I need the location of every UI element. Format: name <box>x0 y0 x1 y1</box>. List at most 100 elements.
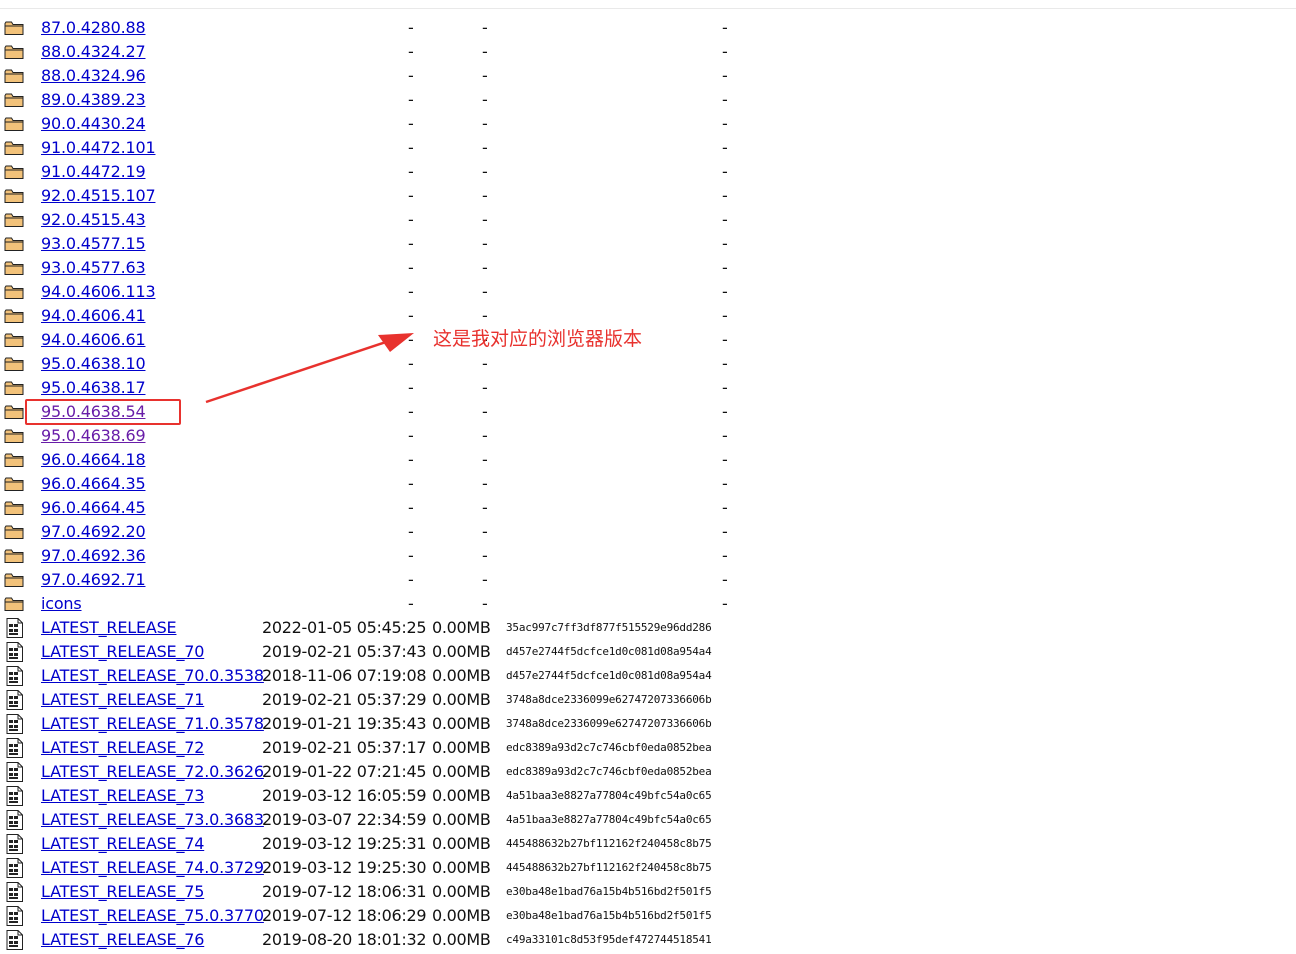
entry-link[interactable]: icons <box>41 592 82 616</box>
entry-date: - <box>408 18 414 37</box>
table-row: 88.0.4324.96 - - - <box>0 64 760 88</box>
entry-etag: - <box>722 474 728 493</box>
entry-date: - <box>408 282 414 301</box>
entry-link[interactable]: LATEST_RELEASE_74.0.3729 <box>41 856 264 880</box>
entry-link[interactable]: LATEST_RELEASE_72.0.3626 <box>41 760 264 784</box>
entry-date: 2019-08-20 18:01:32 <box>262 930 427 949</box>
table-row: 93.0.4577.63 - - - <box>0 256 760 280</box>
entry-link[interactable]: LATEST_RELEASE_71 <box>41 688 204 712</box>
entry-etag: - <box>722 42 728 61</box>
entry-link[interactable]: 96.0.4664.35 <box>41 472 146 496</box>
entry-etag: - <box>722 450 728 469</box>
file-icon <box>4 690 24 710</box>
entry-link[interactable]: 96.0.4664.45 <box>41 496 146 520</box>
entry-link[interactable]: 88.0.4324.96 <box>41 64 146 88</box>
entry-size: - <box>482 546 488 565</box>
table-row: 96.0.4664.45 - - - <box>0 496 760 520</box>
table-row: 94.0.4606.41- - - <box>0 304 760 328</box>
entry-size: 0.00MB <box>432 618 491 637</box>
file-icon <box>4 786 24 806</box>
entry-link[interactable]: 97.0.4692.36 <box>41 544 146 568</box>
entry-etag: d457e2744f5dcfce1d0c081d08a954a4 <box>506 669 712 682</box>
highlight-box <box>25 399 181 425</box>
entry-link[interactable]: 94.0.4606.41 <box>41 304 146 328</box>
entry-link[interactable]: LATEST_RELEASE_70.0.3538 <box>41 664 264 688</box>
entry-link[interactable]: 94.0.4606.61 <box>41 328 146 352</box>
entry-link[interactable]: LATEST_RELEASE_70 <box>41 640 204 664</box>
entry-link[interactable]: 88.0.4324.27 <box>41 40 146 64</box>
entry-link[interactable]: 93.0.4577.15 <box>41 232 146 256</box>
entry-size: - <box>482 522 488 541</box>
entry-etag: - <box>722 522 728 541</box>
entry-date: - <box>408 42 414 61</box>
table-row: LATEST_RELEASE_73 2019-03-12 16:05:59 0.00… <box>0 784 760 808</box>
entry-etag: e30ba48e1bad76a15b4b516bd2f501f5 <box>506 909 712 922</box>
entry-date: - <box>408 330 414 349</box>
entry-size: 0.00MB <box>432 738 491 757</box>
entry-date: - <box>408 474 414 493</box>
entry-link[interactable]: LATEST_RELEASE_75.0.3770 <box>41 904 264 928</box>
entry-size: - <box>482 498 488 517</box>
entry-size: - <box>482 114 488 133</box>
entry-link[interactable]: LATEST_RELEASE_74 <box>41 832 204 856</box>
entry-size: 0.00MB <box>432 690 491 709</box>
file-icon <box>4 714 24 734</box>
entry-link[interactable]: 95.0.4638.10 <box>41 352 146 376</box>
folder-icon <box>4 116 24 132</box>
table-row: 95.0.4638.17 - - - <box>0 376 760 400</box>
entry-link[interactable]: 97.0.4692.20 <box>41 520 146 544</box>
entry-link[interactable]: 91.0.4472.19 <box>41 160 146 184</box>
entry-etag: e30ba48e1bad76a15b4b516bd2f501f5 <box>506 885 712 898</box>
entry-link[interactable]: LATEST_RELEASE_71.0.3578 <box>41 712 264 736</box>
entry-link[interactable]: 91.0.4472.101 <box>41 136 156 160</box>
entry-link[interactable]: LATEST_RELEASE_72 <box>41 736 204 760</box>
entry-size: 0.00MB <box>432 858 491 877</box>
folder-icon <box>4 380 24 396</box>
folder-icon <box>4 260 24 276</box>
table-row: 97.0.4692.20 - - - <box>0 520 760 544</box>
entry-date: - <box>408 90 414 109</box>
table-row: 91.0.4472.101 - - - <box>0 136 760 160</box>
table-row: LATEST_RELEASE_76 2019-08-20 18:01:32 0.00… <box>0 928 760 952</box>
entry-link[interactable]: 92.0.4515.43 <box>41 208 146 232</box>
entry-link[interactable]: LATEST_RELEASE_73.0.3683 <box>41 808 264 832</box>
entry-date: - <box>408 426 414 445</box>
entry-link[interactable]: 96.0.4664.18 <box>41 448 146 472</box>
entry-link[interactable]: 90.0.4430.24 <box>41 112 146 136</box>
entry-date: 2019-02-21 05:37:17 <box>262 738 427 757</box>
entry-link[interactable]: 97.0.4692.71 <box>41 568 146 592</box>
entry-size: - <box>482 570 488 589</box>
entry-link[interactable]: 95.0.4638.69 <box>41 424 146 448</box>
entry-link[interactable]: 93.0.4577.63 <box>41 256 146 280</box>
entry-link[interactable]: 94.0.4606.113 <box>41 280 156 304</box>
entry-size: 0.00MB <box>432 810 491 829</box>
entry-link[interactable]: LATEST_RELEASE_75 <box>41 880 204 904</box>
entry-size: 0.00MB <box>432 642 491 661</box>
entry-link[interactable]: 87.0.4280.88 <box>41 16 146 40</box>
entry-size: 0.00MB <box>432 786 491 805</box>
folder-icon <box>4 596 24 612</box>
entry-link[interactable]: LATEST_RELEASE_73 <box>41 784 204 808</box>
entry-etag: 445488632b27bf112162f240458c8b75 <box>506 861 712 874</box>
entry-link[interactable]: LATEST_RELEASE <box>41 616 177 640</box>
entry-etag: - <box>722 402 728 421</box>
entry-etag: - <box>722 570 728 589</box>
entry-link[interactable]: LATEST_RELEASE_76 <box>41 928 204 952</box>
entry-date: 2019-01-22 07:21:45 <box>262 762 427 781</box>
entry-etag: c49a33101c8d53f95def472744518541 <box>506 933 712 946</box>
table-row: LATEST_RELEASE_72 2019-02-21 05:37:17 0.00… <box>0 736 760 760</box>
entry-link[interactable]: 89.0.4389.23 <box>41 88 146 112</box>
table-row: LATEST_RELEASE_70 2019-02-21 05:37:43 0.00… <box>0 640 760 664</box>
folder-icon <box>4 212 24 228</box>
folder-icon <box>4 20 24 36</box>
entry-date: 2019-02-21 05:37:43 <box>262 642 427 661</box>
entry-etag: 35ac997c7ff3df877f515529e96dd286 <box>506 621 712 634</box>
entry-link[interactable]: 92.0.4515.107 <box>41 184 156 208</box>
page-top-divider <box>0 8 1296 9</box>
entry-link[interactable]: 95.0.4638.17 <box>41 376 146 400</box>
entry-size: - <box>482 42 488 61</box>
table-row: 94.0.4606.113 - - - <box>0 280 760 304</box>
entry-date: 2019-03-12 16:05:59 <box>262 786 427 805</box>
folder-icon <box>4 164 24 180</box>
folder-icon <box>4 500 24 516</box>
